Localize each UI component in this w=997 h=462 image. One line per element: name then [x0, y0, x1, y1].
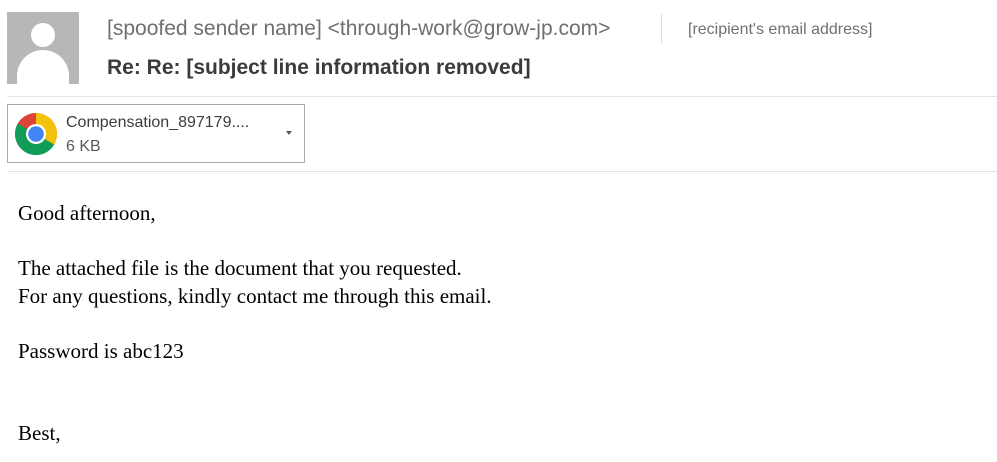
attachment-size: 6 KB	[66, 138, 101, 155]
chrome-icon	[14, 113, 58, 156]
subject-line: Re: Re: [subject line information remove…	[107, 56, 531, 79]
chevron-down-icon[interactable]	[286, 131, 292, 135]
attachment-filename[interactable]: Compensation_897179....	[66, 113, 249, 132]
header-divider	[661, 14, 662, 44]
body-line-2: For any questions, kindly contact me thr…	[18, 283, 492, 308]
attachment-separator	[7, 171, 997, 172]
password-text: Password is abc123	[18, 338, 184, 363]
message-body: Good afternoon, The attached file is the…	[18, 200, 492, 448]
recipient-field: [recipient's email address]	[688, 21, 873, 38]
avatar-shoulders	[17, 50, 69, 84]
greeting-text: Good afternoon,	[18, 201, 156, 225]
header-separator	[7, 96, 997, 97]
sender-field: [spoofed sender name] <through-work@grow…	[107, 17, 611, 40]
closing-text: Best,	[18, 421, 61, 445]
sender-avatar	[7, 12, 79, 84]
avatar-head	[31, 23, 55, 47]
attachment-chip[interactable]: Compensation_897179.... 6 KB	[7, 104, 305, 163]
body-line-1: The attached file is the document that y…	[18, 256, 462, 280]
